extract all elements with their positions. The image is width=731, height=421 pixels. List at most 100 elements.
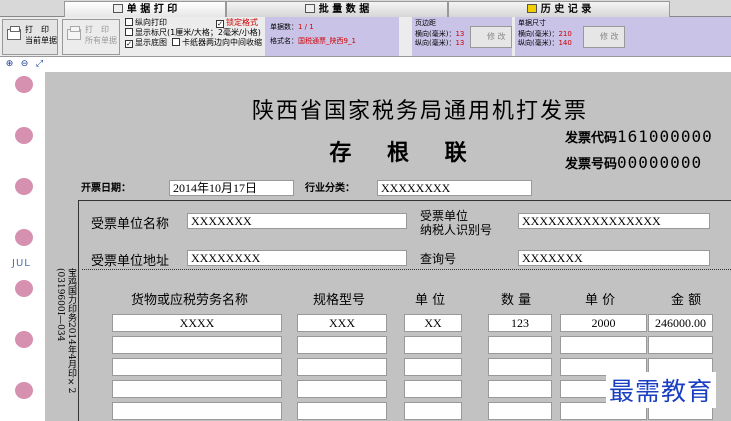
- printer-note: 宝鸡国力印务2014年4月印×2 (0319600I—034: [55, 268, 76, 394]
- payer-name-label: 受票单位名称: [91, 217, 170, 232]
- table-cell-goods-empty[interactable]: [112, 336, 282, 354]
- print-all-button[interactable]: 打 印 所有单据: [62, 19, 120, 55]
- portrait-print-option[interactable]: 纵向打印: [125, 18, 167, 28]
- zoom-out-icon[interactable]: ⊖: [19, 59, 30, 70]
- payer-name-field[interactable]: XXXXXXX: [187, 213, 407, 229]
- table-cell-price[interactable]: 2000: [560, 314, 647, 332]
- size-modify-button[interactable]: 修 改: [583, 26, 625, 48]
- table-cell-spec[interactable]: XXX: [297, 314, 387, 332]
- table-cell-unit[interactable]: XX: [404, 314, 462, 332]
- table-cell-quantity-empty[interactable]: [488, 402, 552, 420]
- tractor-hole: [15, 178, 33, 195]
- divider: [82, 269, 731, 270]
- format-name-value[interactable]: 国税通票_陕西9_1: [298, 37, 356, 45]
- printer-icon: [7, 26, 21, 40]
- query-field[interactable]: XXXXXXX: [518, 250, 710, 266]
- table-cell-quantity[interactable]: 123: [488, 314, 552, 332]
- table-cell-spec-empty[interactable]: [297, 402, 387, 420]
- margin-modify-button[interactable]: 修 改: [470, 26, 512, 48]
- side-mark: JUL: [12, 258, 31, 269]
- size-h-value[interactable]: 210: [558, 30, 571, 38]
- zoom-toolbar: [0, 57, 731, 72]
- tractor-hole: [15, 76, 33, 93]
- invoice-number-value[interactable]: 00000000: [617, 153, 702, 172]
- tractor-hole: [15, 127, 33, 144]
- tractor-center-option[interactable]: 卡纸器两边向中间收缩: [172, 38, 262, 48]
- size-panel: 单据尺寸 横向(毫米)：210 纵向(毫米)：140 修 改: [515, 17, 731, 56]
- tractor-hole: [15, 229, 33, 246]
- format-name-label: 格式名：: [270, 37, 298, 45]
- tab-batch-data[interactable]: 批 量 数 据: [226, 1, 448, 17]
- show-background-option[interactable]: ✓ 显示底图: [125, 38, 167, 48]
- payer-tax-label-2: 纳税人识别号: [420, 223, 493, 237]
- margin-v-value[interactable]: 13: [455, 39, 464, 47]
- col-header-goods: 货物或应税劳务名称: [131, 293, 249, 308]
- table-cell-goods-empty[interactable]: [112, 358, 282, 376]
- tractor-hole: [15, 382, 33, 399]
- date-label: 开票日期：: [81, 183, 131, 194]
- fit-page-icon[interactable]: ⤢: [34, 59, 45, 70]
- col-header-price: 单 价: [585, 293, 616, 308]
- size-v-value[interactable]: 140: [558, 39, 571, 47]
- payer-address-label: 受票单位地址: [91, 254, 170, 269]
- table-cell-goods-empty[interactable]: [112, 380, 282, 398]
- checkbox[interactable]: [125, 28, 133, 36]
- watermark: 最需教育: [606, 372, 717, 408]
- margin-h-value[interactable]: 13: [455, 30, 464, 38]
- date-field[interactable]: 2014年10月17日: [169, 180, 294, 196]
- col-header-amount: 金 额: [671, 293, 702, 308]
- table-cell-unit-empty[interactable]: [404, 336, 462, 354]
- data-icon: [304, 4, 315, 13]
- checkbox-checked[interactable]: ✓: [216, 20, 224, 28]
- document-info-panel: 单据数：1 / 1 格式名：国税通票_陕西9_1: [265, 17, 399, 56]
- table-cell-price-empty[interactable]: [560, 336, 647, 354]
- invoice-subtitle: 存 根 联: [329, 140, 481, 166]
- margin-title: 页边距: [415, 19, 436, 27]
- print-current-button[interactable]: 打 印 当前单据: [2, 19, 58, 55]
- table-cell-goods[interactable]: XXXX: [112, 314, 282, 332]
- col-header-spec: 规格型号: [313, 293, 366, 308]
- tab-bar: 单 据 打 印 批 量 数 据 历 史 记 录: [0, 0, 731, 17]
- table-cell-unit-empty[interactable]: [404, 358, 462, 376]
- payer-address-field[interactable]: XXXXXXXX: [187, 250, 407, 266]
- printer-icon: [67, 26, 81, 40]
- show-ruler-option[interactable]: 显示标尺(1厘米/大格；2毫米/小格): [125, 28, 261, 38]
- doc-count-label: 单据数：: [270, 23, 298, 31]
- table-cell-unit-empty[interactable]: [404, 380, 462, 398]
- invoice-number: 发票号码00000000: [565, 153, 703, 172]
- tab-history[interactable]: 历 史 记 录: [448, 1, 670, 17]
- table-cell-quantity-empty[interactable]: [488, 358, 552, 376]
- table-cell-amount-empty[interactable]: [648, 336, 713, 354]
- industry-field[interactable]: XXXXXXXX: [377, 180, 532, 196]
- toolbar: 打 印 当前单据 打 印 所有单据 纵向打印 显示标尺(1厘米/大格；2毫米/小…: [0, 17, 731, 57]
- history-icon: [526, 4, 537, 13]
- table-cell-goods-empty[interactable]: [112, 402, 282, 420]
- zoom-in-icon[interactable]: ⊕: [4, 59, 15, 70]
- checkbox[interactable]: [172, 38, 180, 46]
- table-cell-quantity-empty[interactable]: [488, 380, 552, 398]
- checkbox[interactable]: [125, 18, 133, 26]
- invoice-title: 陕西省国家税务局通用机打发票: [251, 99, 588, 124]
- checkbox-checked[interactable]: ✓: [125, 40, 133, 48]
- col-header-quantity: 数 量: [501, 293, 532, 308]
- table-cell-unit-empty[interactable]: [404, 402, 462, 420]
- table-cell-quantity-empty[interactable]: [488, 336, 552, 354]
- doc-count-value: 1 / 1: [298, 23, 314, 31]
- table-cell-amount[interactable]: 246000.00: [648, 314, 713, 332]
- lock-format-option[interactable]: ✓ 锁定格式: [216, 18, 258, 28]
- industry-label: 行业分类：: [305, 183, 355, 194]
- tractor-hole: [15, 331, 33, 348]
- tractor-hole: [15, 280, 33, 297]
- tab-document-print[interactable]: 单 据 打 印: [64, 1, 226, 17]
- table-cell-spec-empty[interactable]: [297, 336, 387, 354]
- table-cell-spec-empty[interactable]: [297, 358, 387, 376]
- margin-panel: 页边距 横向(毫米)：13 纵向(毫米)：13 修 改: [412, 17, 512, 56]
- payer-tax-id-field[interactable]: XXXXXXXXXXXXXXXX: [518, 213, 710, 229]
- col-header-unit: 单 位: [415, 293, 446, 308]
- size-title: 单据尺寸: [518, 19, 546, 27]
- invoice-code: 发票代码161000000: [565, 127, 713, 146]
- invoice-code-value[interactable]: 161000000: [617, 127, 713, 146]
- document-icon: [112, 4, 123, 13]
- table-cell-spec-empty[interactable]: [297, 380, 387, 398]
- query-label: 查询号: [420, 252, 457, 266]
